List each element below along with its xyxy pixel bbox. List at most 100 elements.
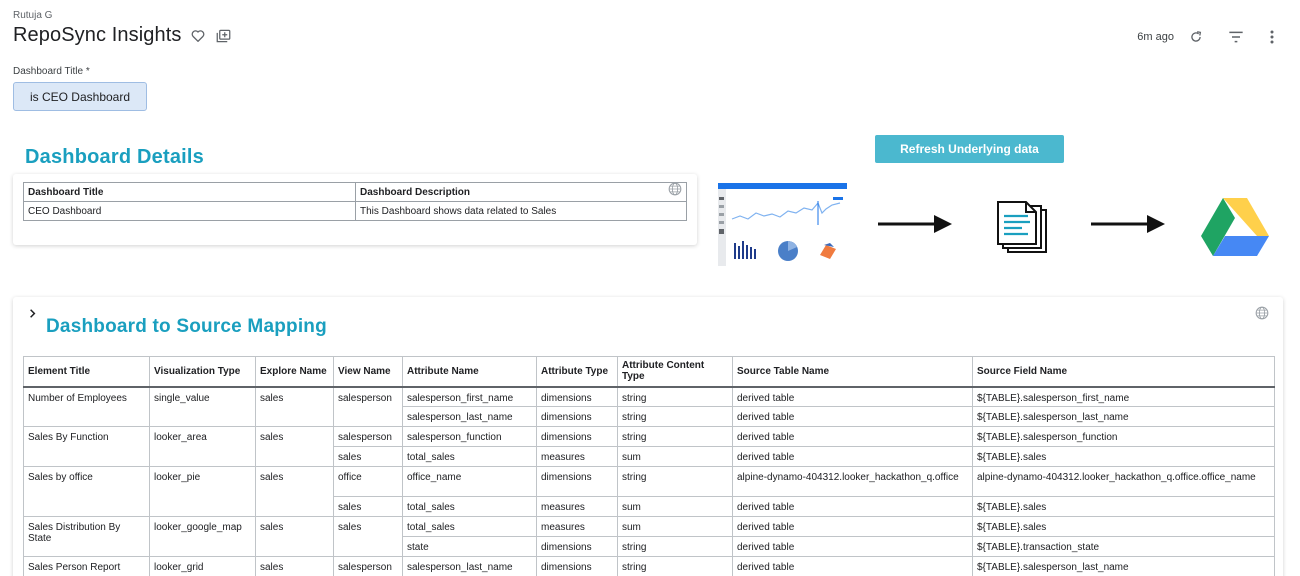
table-cell: single_value: [149, 386, 256, 427]
dashboard-details-table: Dashboard Title Dashboard Description CE…: [23, 182, 687, 221]
page-title: RepoSync Insights: [13, 24, 182, 46]
last-updated: 6m ago: [1137, 31, 1174, 43]
table-cell: alpine-dynamo-404312.looker_hackathon_q.…: [732, 466, 973, 497]
table-cell: string: [617, 466, 733, 497]
copy-to-board-icon[interactable]: [215, 28, 231, 44]
table-cell: dimensions: [536, 386, 618, 407]
table-cell: looker_grid: [149, 556, 256, 576]
column-header: View Name: [333, 356, 403, 388]
table-cell: ${TABLE}.sales: [972, 496, 1275, 517]
dashboard-thumbnail-icon: [718, 183, 847, 266]
column-header: Explore Name: [255, 356, 334, 388]
table-header-row: Element Title Visualization Type Explore…: [23, 356, 1275, 388]
table-cell: derived table: [732, 516, 973, 537]
table-cell: derived table: [732, 406, 973, 427]
documents-icon: [996, 200, 1050, 259]
table-cell: sum: [617, 446, 733, 467]
filter-lines-icon[interactable]: [1226, 27, 1246, 47]
table-row: Sales By Function looker_area sales sale…: [23, 426, 1275, 467]
table-cell: derived table: [732, 446, 973, 467]
source-mapping-card: Dashboard to Source Mapping Element Titl…: [13, 297, 1283, 576]
table-cell: salesperson_last_name: [402, 556, 537, 576]
filter-label: Dashboard Title *: [13, 66, 90, 77]
table-cell: dimensions: [536, 426, 618, 447]
table-cell: ${TABLE}.sales: [972, 516, 1275, 537]
table-cell: sum: [617, 516, 733, 537]
table-cell: string: [617, 556, 733, 576]
table-cell: This Dashboard shows data related to Sal…: [355, 201, 687, 221]
table-cell: sales: [255, 426, 334, 467]
reload-icon[interactable]: [1186, 27, 1206, 47]
table-cell: looker_pie: [149, 466, 256, 517]
column-header: Dashboard Title: [23, 182, 356, 202]
column-header: Visualization Type: [149, 356, 256, 388]
table-cell: office: [333, 466, 403, 497]
table-header-row: Dashboard Title Dashboard Description: [23, 182, 687, 202]
table-cell: sum: [617, 496, 733, 517]
table-cell: string: [617, 536, 733, 557]
table-cell: ${TABLE}.transaction_state: [972, 536, 1275, 557]
table-row: Sales by office looker_pie sales office …: [23, 466, 1275, 517]
table-cell: salesperson: [333, 386, 403, 427]
table-row: Sales Distribution By State looker_googl…: [23, 516, 1275, 557]
table-cell: sales: [255, 466, 334, 517]
table-cell: salesperson_first_name: [402, 386, 537, 407]
title-row: RepoSync Insights: [13, 24, 231, 47]
google-drive-icon: [1199, 194, 1271, 261]
column-header: Element Title: [23, 356, 150, 388]
dashboard-details-heading: Dashboard Details: [25, 146, 205, 168]
more-vert-icon[interactable]: [1262, 27, 1282, 47]
table-cell: sales: [255, 516, 334, 557]
table-cell: office_name: [402, 466, 537, 497]
table-cell: dimensions: [536, 536, 618, 557]
owner-name: Rutuja G: [13, 10, 53, 21]
table-cell: salesperson: [333, 556, 403, 576]
column-header: Dashboard Description: [355, 182, 687, 202]
source-mapping-table: Element Title Visualization Type Explore…: [23, 356, 1275, 576]
table-cell: measures: [536, 496, 618, 517]
globe-icon[interactable]: [1255, 306, 1269, 320]
table-cell: CEO Dashboard: [23, 201, 356, 221]
table-cell: alpine-dynamo-404312.looker_hackathon_q.…: [972, 466, 1275, 497]
globe-icon[interactable]: [668, 182, 682, 196]
table-cell: salesperson: [333, 426, 403, 447]
arrow-right-icon: [878, 213, 953, 240]
table-cell: string: [617, 426, 733, 447]
table-cell: measures: [536, 446, 618, 467]
refresh-underlying-data-button[interactable]: Refresh Underlying data: [875, 135, 1064, 163]
column-header: Source Table Name: [732, 356, 973, 388]
table-cell: sales: [255, 556, 334, 576]
table-cell: ${TABLE}.salesperson_last_name: [972, 406, 1275, 427]
dashboard-title-filter[interactable]: is CEO Dashboard: [13, 82, 147, 111]
dashboard-controls: 6m ago: [1137, 27, 1282, 47]
table-cell: Number of Employees: [23, 386, 150, 427]
table-cell: Sales By Function: [23, 426, 150, 467]
table-row: CEO Dashboard This Dashboard shows data …: [23, 201, 687, 221]
table-cell: ${TABLE}.salesperson_last_name: [972, 556, 1275, 576]
source-mapping-heading: Dashboard to Source Mapping: [46, 316, 327, 337]
table-cell: total_sales: [402, 496, 537, 517]
table-cell: sales: [255, 386, 334, 427]
arrow-right-icon: [1091, 213, 1166, 240]
table-cell: string: [617, 406, 733, 427]
table-cell: state: [402, 536, 537, 557]
table-cell: sales: [333, 496, 403, 517]
dashboard-details-card: Dashboard Title Dashboard Description CE…: [13, 174, 697, 245]
table-cell: derived table: [732, 496, 973, 517]
table-cell: derived table: [732, 426, 973, 447]
table-cell: dimensions: [536, 556, 618, 576]
chevron-right-icon[interactable]: [29, 307, 36, 321]
table-cell: ${TABLE}.salesperson_first_name: [972, 386, 1275, 407]
table-cell: dimensions: [536, 466, 618, 497]
table-cell: sales: [333, 516, 403, 557]
table-cell: Sales Distribution By State: [23, 516, 150, 557]
table-row: Sales Person Report looker_grid sales sa…: [23, 556, 1275, 576]
table-cell: derived table: [732, 536, 973, 557]
column-header: Attribute Type: [536, 356, 618, 388]
heart-outline-icon[interactable]: [190, 28, 206, 44]
table-cell: ${TABLE}.salesperson_function: [972, 426, 1275, 447]
column-header: Source Field Name: [972, 356, 1275, 388]
table-cell: total_sales: [402, 446, 537, 467]
table-cell: total_sales: [402, 516, 537, 537]
table-cell: looker_google_map: [149, 516, 256, 557]
